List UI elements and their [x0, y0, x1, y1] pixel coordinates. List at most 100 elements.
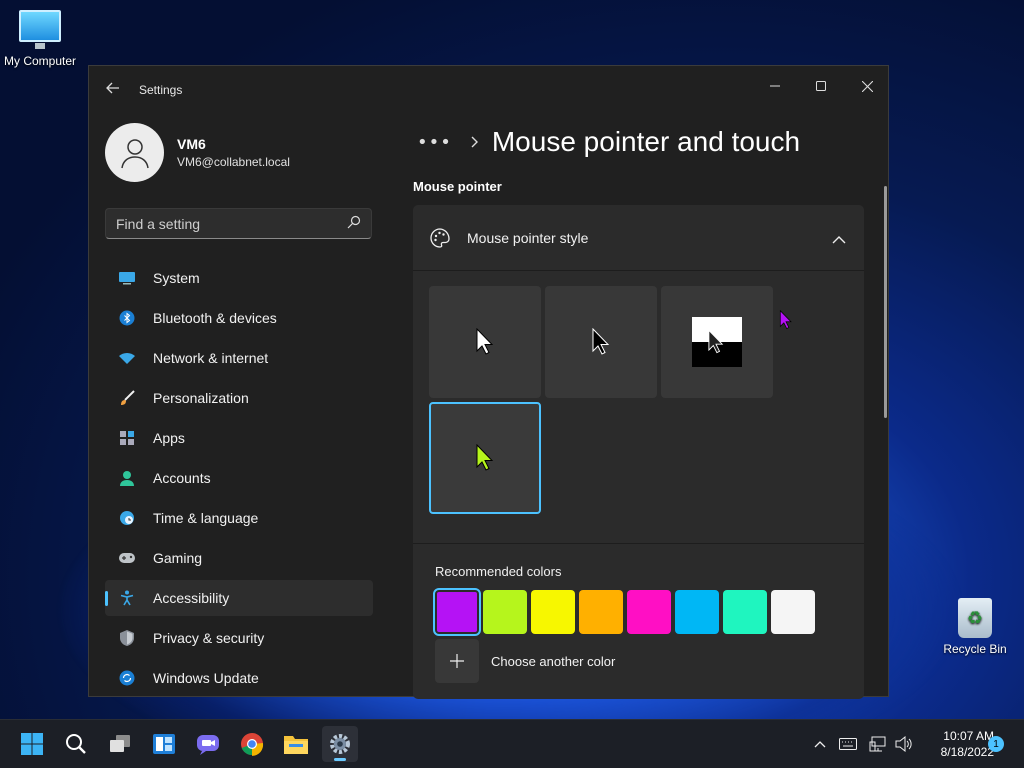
start-icon [21, 733, 43, 755]
sidebar-item-accounts[interactable]: Accounts [105, 460, 373, 496]
wifi-icon [117, 350, 137, 366]
notification-badge[interactable]: 1 [988, 736, 1004, 752]
search-input[interactable] [116, 215, 347, 232]
sidebar-item-label: System [153, 270, 200, 286]
pointer-style-white[interactable] [429, 286, 541, 398]
sidebar-item-windows-update[interactable]: Windows Update [105, 660, 373, 696]
sidebar-item-apps[interactable]: Apps [105, 420, 373, 456]
color-swatch-pink[interactable] [627, 590, 671, 634]
sidebar-item-bluetooth[interactable]: Bluetooth & devices [105, 300, 373, 336]
pointer-style-black[interactable] [545, 286, 657, 398]
recycle-bin-icon: ♻ [958, 598, 992, 638]
choose-another-color-label: Choose another color [491, 653, 616, 669]
recommended-colors-section: Recommended colors Choose another color [413, 544, 864, 699]
sidebar-item-time-language[interactable]: Time & language [105, 500, 373, 536]
custom-pointer-icon [476, 444, 494, 471]
sidebar-item-label: Windows Update [153, 670, 259, 686]
color-swatch-orange[interactable] [579, 590, 623, 634]
keyboard-icon[interactable] [838, 734, 858, 754]
clock-date: 8/18/2022 [940, 745, 994, 759]
minimize-button[interactable] [752, 70, 798, 102]
sidebar-item-label: Privacy & security [153, 630, 265, 646]
chevron-up-icon[interactable] [810, 734, 830, 754]
taskbar-clock[interactable]: 10:07 AM 8/18/2022 [918, 728, 994, 760]
search-box [105, 208, 372, 239]
brush-icon [117, 390, 137, 406]
color-swatch-purple[interactable] [433, 588, 481, 636]
white-pointer-icon [476, 328, 494, 355]
color-swatch-teal[interactable] [723, 590, 767, 634]
page-title: Mouse pointer and touch [491, 126, 801, 157]
chevron-right-icon [470, 133, 480, 152]
sidebar-item-label: Time & language [153, 510, 259, 526]
widgets-button[interactable] [146, 726, 182, 762]
taskbar-search-button[interactable] [58, 726, 94, 762]
network-icon[interactable] [868, 734, 888, 754]
search-icon [66, 734, 86, 754]
sidebar-item-label: Accounts [153, 470, 211, 486]
inverted-preview [692, 317, 742, 367]
app-title: Settings [139, 83, 183, 97]
desktop-icon-recycle-bin[interactable]: ♻ Recycle Bin [935, 598, 1015, 656]
taskbar: 10:07 AM 8/18/2022 1 [0, 719, 1024, 768]
palette-icon [430, 227, 450, 248]
recommended-colors-heading: Recommended colors [435, 564, 562, 579]
sidebar-item-label: Gaming [153, 550, 203, 566]
sidebar-item-system[interactable]: System [105, 260, 373, 296]
breadcrumb-more-button[interactable]: ••• [417, 132, 452, 153]
color-swatch-lime[interactable] [483, 590, 527, 634]
desktop-icon-my-computer[interactable]: My Computer [0, 10, 80, 68]
search-icon[interactable] [347, 214, 361, 233]
mouse-pointer-style-label: Mouse pointer style [467, 229, 589, 246]
pointer-style-custom[interactable] [429, 402, 541, 514]
chevron-up-icon[interactable] [832, 230, 848, 246]
maximize-button[interactable] [798, 70, 844, 102]
task-view-button[interactable] [102, 726, 138, 762]
task-view-icon [110, 735, 130, 752]
bluetooth-icon [117, 310, 137, 326]
chat-icon [197, 735, 219, 755]
close-button[interactable] [844, 70, 890, 102]
back-arrow-icon[interactable] [105, 80, 121, 96]
sidebar-item-personalization[interactable]: Personalization [105, 380, 373, 416]
sidebar-nav: System Bluetooth & devices Network & int… [105, 260, 373, 700]
chrome-icon [241, 733, 264, 756]
volume-icon[interactable] [894, 734, 914, 754]
settings-button[interactable] [322, 726, 358, 762]
choose-another-color-row: Choose another color [435, 639, 864, 683]
sidebar-item-gaming[interactable]: Gaming [105, 540, 373, 576]
sidebar-item-label: Accessibility [153, 590, 230, 606]
color-swatch-blue[interactable] [675, 590, 719, 634]
accounts-icon [117, 470, 137, 486]
color-swatch-yellow[interactable] [531, 590, 575, 634]
computer-monitor-icon [19, 10, 61, 49]
sidebar-item-accessibility[interactable]: Accessibility [105, 580, 373, 616]
widgets-icon [153, 734, 175, 754]
add-color-button[interactable] [435, 639, 479, 683]
sidebar-item-label: Personalization [153, 390, 249, 406]
update-icon [117, 670, 137, 686]
color-swatch-white[interactable] [771, 590, 815, 634]
chrome-button[interactable] [234, 726, 270, 762]
chat-button[interactable] [190, 726, 226, 762]
user-icon [120, 138, 149, 168]
sidebar-item-privacy[interactable]: Privacy & security [105, 620, 373, 656]
mouse-pointer-style-expander[interactable]: Mouse pointer style [413, 205, 864, 271]
globe-clock-icon [117, 510, 137, 526]
profile-name: VM6 [177, 136, 206, 152]
file-explorer-button[interactable] [278, 726, 314, 762]
settings-window: Settings VM6 VM6@collabnet.local System [88, 65, 890, 700]
user-profile[interactable]: VM6 VM6@collabnet.local [105, 123, 290, 182]
file-explorer-icon [284, 736, 308, 754]
scrollbar[interactable] [884, 186, 887, 418]
avatar [105, 123, 164, 182]
clock-time: 10:07 AM [943, 729, 994, 743]
sidebar-item-network[interactable]: Network & internet [105, 340, 373, 376]
pointer-style-inverted[interactable] [661, 286, 773, 398]
start-button[interactable] [14, 726, 50, 762]
desktop-icon-label: My Computer [3, 54, 77, 68]
profile-email: VM6@collabnet.local [177, 155, 290, 169]
sidebar-item-label: Bluetooth & devices [153, 310, 277, 326]
pointer-style-options [413, 271, 864, 544]
section-heading: Mouse pointer [413, 179, 502, 194]
